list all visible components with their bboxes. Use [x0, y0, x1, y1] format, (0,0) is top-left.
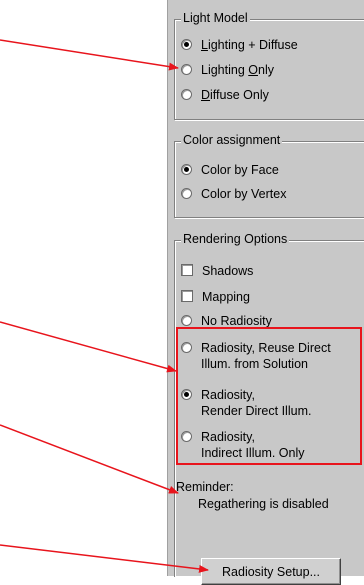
arrow-radiosity-options [0, 321, 177, 373]
radio-label: Color by Face [201, 163, 279, 177]
radio-label: Color by Vertex [201, 187, 287, 201]
highlight-box [176, 327, 362, 465]
radio-color-by-face[interactable]: Color by Face [181, 162, 279, 178]
checkbox-label: Mapping [202, 290, 250, 304]
light-settings-panel: Light Model Lighting + Diffuse Lighting … [167, 0, 364, 585]
color-assignment-group: Color assignment Color by Face Color by … [174, 133, 364, 218]
arrow-light-model [0, 39, 179, 71]
radio-button-icon[interactable] [181, 64, 192, 75]
checkbox-icon[interactable] [181, 264, 193, 276]
radio-button-icon[interactable] [181, 188, 192, 199]
radio-button-icon[interactable] [181, 164, 192, 175]
radio-lighting-diffuse[interactable]: Lighting + Diffuse [181, 37, 298, 53]
checkbox-shadows[interactable]: Shadows [181, 263, 253, 279]
color-assignment-title: Color assignment [181, 133, 283, 147]
rendering-options-title: Rendering Options [181, 232, 290, 246]
radio-button-icon[interactable] [181, 39, 192, 50]
radio-label: Diffuse Only [201, 88, 269, 102]
reminder-text: Reminder: Regathering is disabled [176, 479, 329, 513]
checkbox-mapping[interactable]: Mapping [181, 289, 250, 305]
light-model-title: Light Model [181, 11, 250, 25]
reminder-message: Regathering is disabled [198, 497, 329, 511]
radio-color-by-vertex[interactable]: Color by Vertex [181, 186, 286, 202]
radio-button-icon[interactable] [181, 315, 192, 326]
light-model-group: Light Model Lighting + Diffuse Lighting … [174, 11, 364, 120]
radio-lighting-only[interactable]: Lighting Only [181, 62, 274, 78]
arrow-reminder [0, 424, 179, 494]
radio-label: Lighting Only [201, 63, 274, 77]
radio-button-icon[interactable] [181, 89, 192, 100]
radiosity-setup-button[interactable]: Radiosity Setup... [201, 558, 341, 585]
checkbox-label: Shadows [202, 264, 254, 278]
radio-diffuse-only[interactable]: Diffuse Only [181, 87, 269, 103]
radio-label: Lighting + Diffuse [201, 38, 298, 52]
reminder-label: Reminder: [176, 480, 234, 494]
checkbox-icon[interactable] [181, 290, 193, 302]
